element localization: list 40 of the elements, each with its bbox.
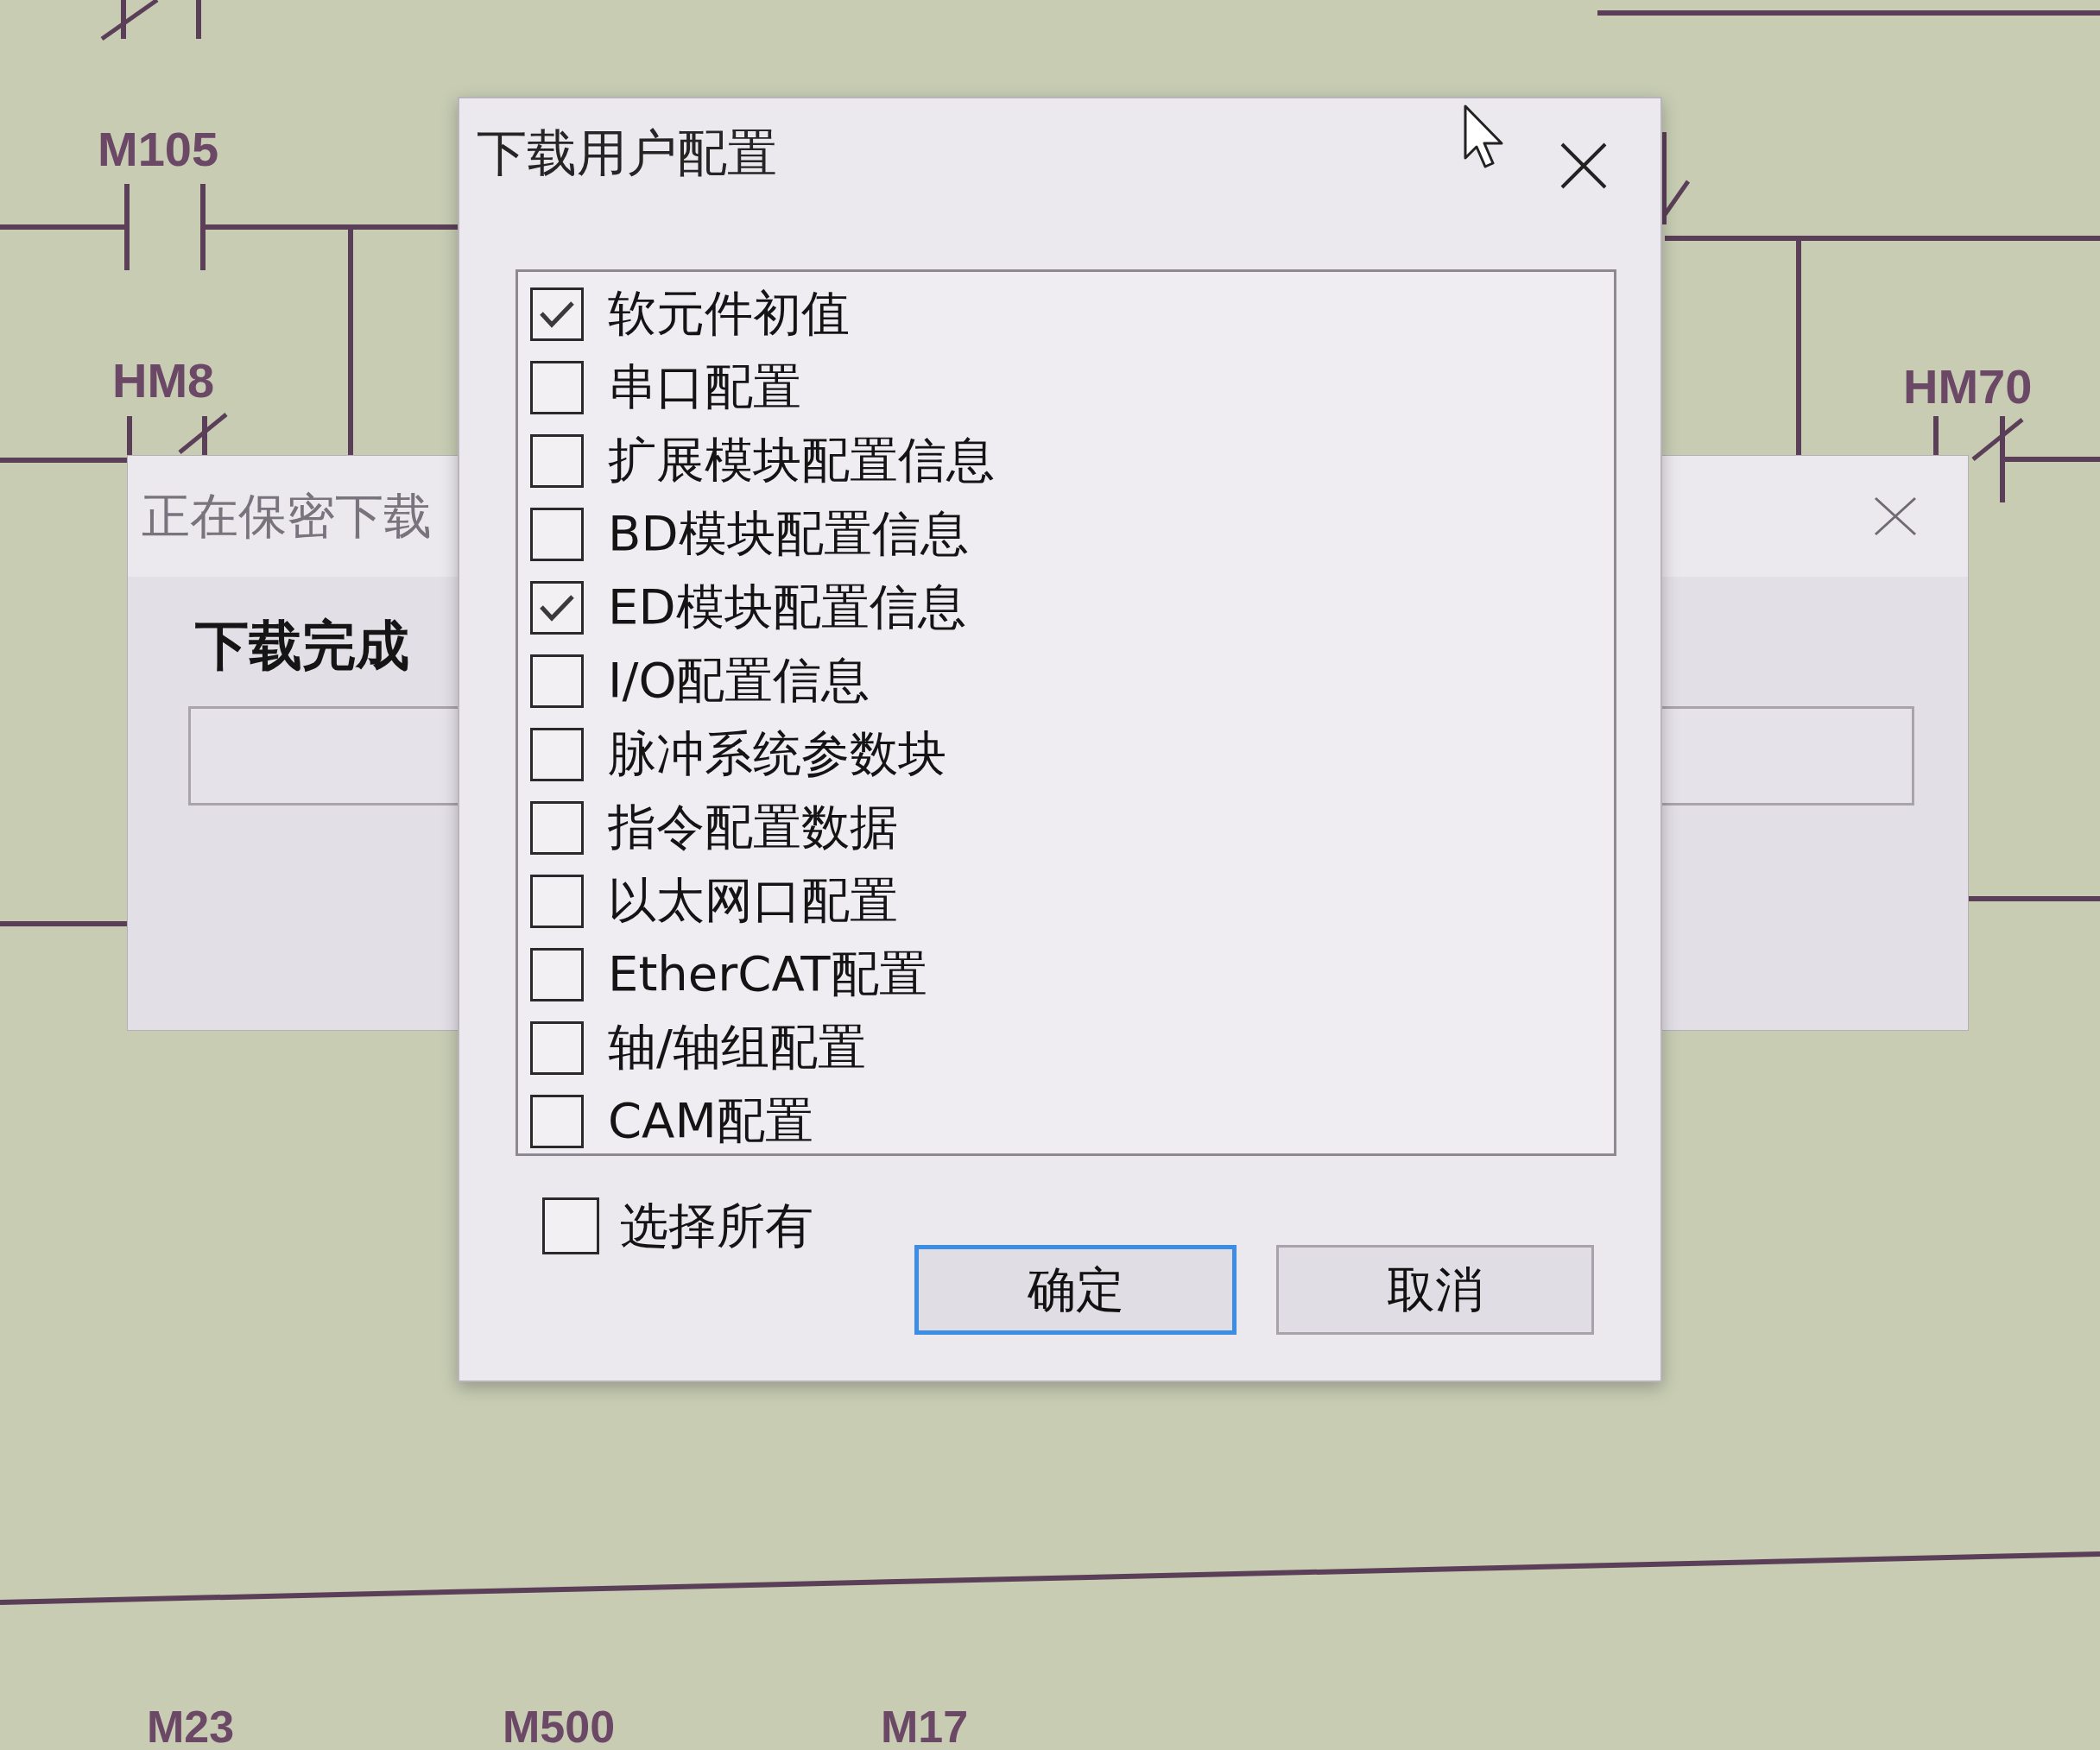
checkbox[interactable] bbox=[530, 1094, 584, 1148]
checkbox-label[interactable]: EtherCAT配置 bbox=[608, 946, 927, 1002]
checkbox[interactable] bbox=[530, 947, 584, 1001]
dialog-title: 正在保密下载 bbox=[142, 490, 432, 543]
checkbox-label[interactable]: 脉冲系统参数块 bbox=[608, 726, 946, 782]
checkbox-label[interactable]: BD模块配置信息 bbox=[608, 506, 969, 562]
contact-label: M500 bbox=[503, 1702, 616, 1750]
close-icon[interactable] bbox=[1560, 142, 1607, 189]
checkbox[interactable] bbox=[530, 360, 584, 414]
dialog-title: 下载用户配置 bbox=[477, 126, 777, 181]
checkbox[interactable] bbox=[530, 507, 584, 561]
checkbox[interactable] bbox=[542, 1197, 599, 1254]
checkbox[interactable] bbox=[530, 727, 584, 781]
checkbox-label[interactable]: 轴/轴组配置 bbox=[608, 1020, 866, 1076]
checkbox-label[interactable]: 指令配置数据 bbox=[608, 799, 898, 856]
checkbox[interactable] bbox=[530, 1020, 584, 1075]
checkbox-label[interactable]: 以太网口配置 bbox=[608, 873, 898, 929]
checkbox[interactable] bbox=[530, 800, 584, 855]
checkbox[interactable] bbox=[530, 874, 584, 928]
contact-label: M23 bbox=[147, 1702, 235, 1750]
checkbox-label[interactable]: CAM配置 bbox=[608, 1093, 813, 1149]
checkbox-label[interactable]: I/O配置信息 bbox=[608, 653, 870, 709]
checkbox-label[interactable]: 选择所有 bbox=[620, 1197, 813, 1254]
checkbox[interactable] bbox=[530, 433, 584, 488]
ok-button[interactable]: 确定 bbox=[914, 1245, 1237, 1335]
contact-label: HM70 bbox=[1903, 359, 2033, 414]
contact-label: M17 bbox=[881, 1702, 969, 1750]
status-message: 下载完成 bbox=[195, 616, 409, 676]
contact-label: HM8 bbox=[112, 353, 215, 407]
checkbox[interactable] bbox=[530, 287, 584, 341]
checkbox-label[interactable]: ED模块配置信息 bbox=[608, 579, 966, 635]
contact-label: M105 bbox=[98, 122, 219, 176]
checkbox-label[interactable]: 串口配置 bbox=[608, 359, 801, 415]
checkbox[interactable] bbox=[530, 654, 584, 708]
checkbox[interactable] bbox=[530, 580, 584, 635]
checkbox-label[interactable]: 软元件初值 bbox=[608, 286, 850, 342]
cancel-button[interactable]: 取消 bbox=[1276, 1245, 1594, 1335]
checkbox-label[interactable]: 扩展模块配置信息 bbox=[608, 433, 995, 489]
check-icon bbox=[539, 593, 575, 622]
check-icon bbox=[539, 300, 575, 328]
